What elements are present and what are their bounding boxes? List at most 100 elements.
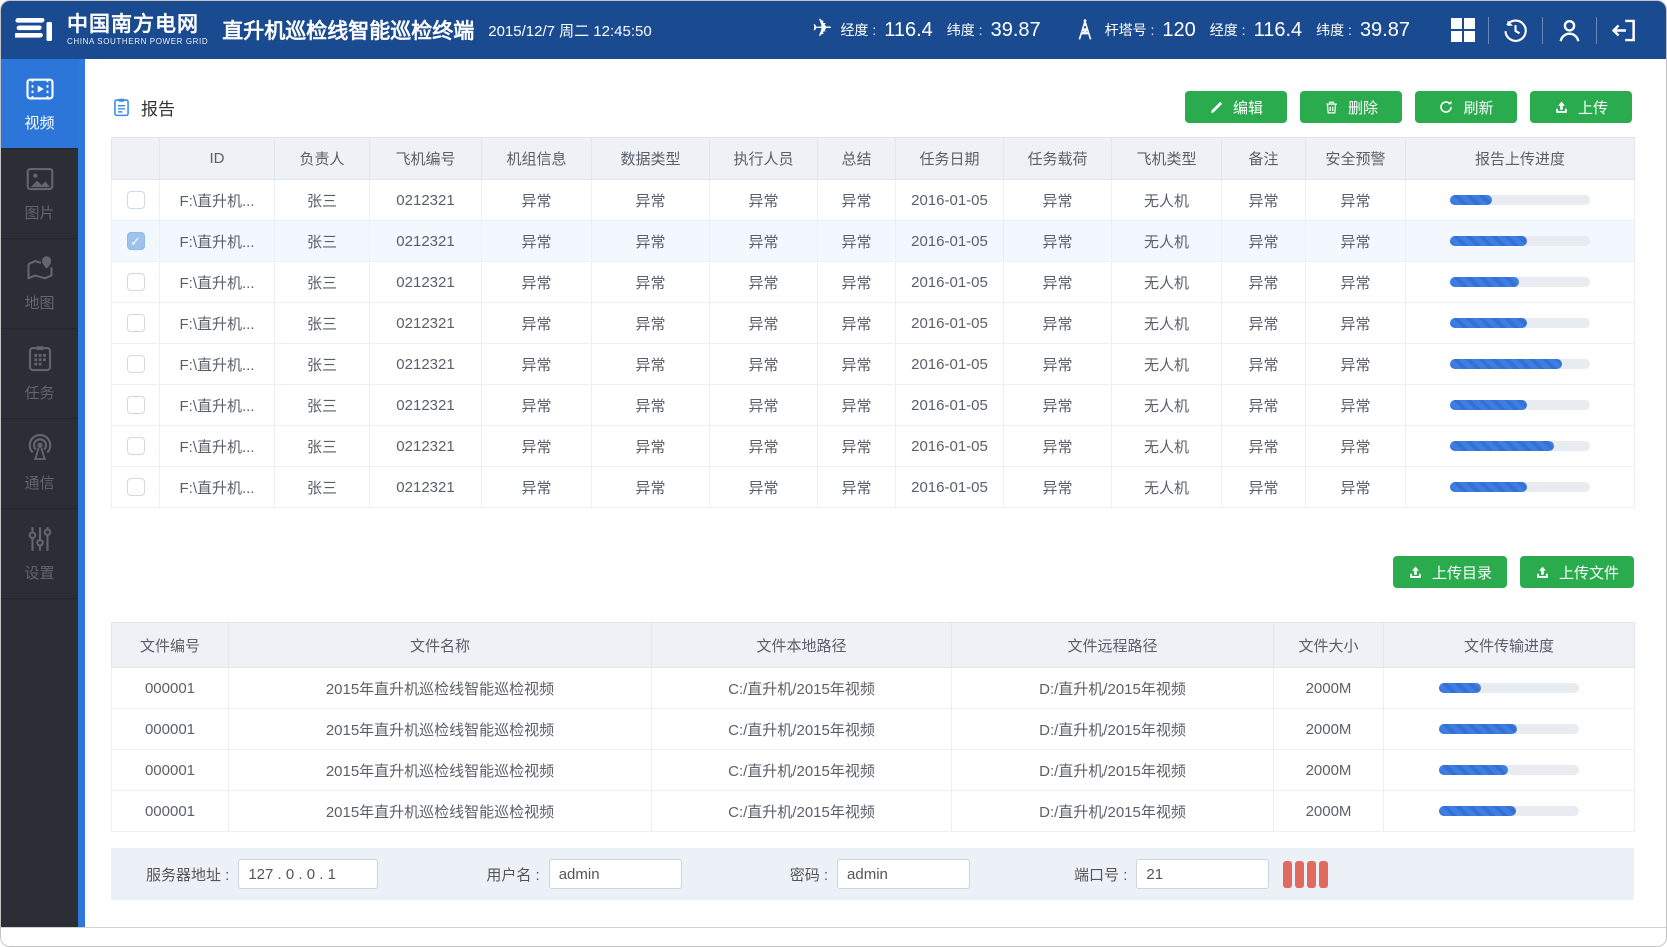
file-row: 0000012015年直升机巡检线智能巡检视频C:/直升机/2015年视频D:/… — [112, 791, 1635, 832]
report-cell: 2016-01-05 — [896, 221, 1004, 262]
refresh-button[interactable]: 刷新 — [1415, 91, 1517, 123]
files-table: 文件编号 文件名称 文件本地路径 文件远程路径 文件大小 文件传输进度 0000… — [111, 622, 1635, 832]
report-cell: 0212321 — [370, 426, 482, 467]
file-cell: D:/直升机/2015年视频 — [952, 750, 1274, 791]
port-input[interactable] — [1136, 859, 1269, 889]
sidebar-item-label: 图片 — [24, 202, 54, 223]
report-cell: 2016-01-05 — [896, 467, 1004, 508]
report-cell: 异常 — [1222, 344, 1306, 385]
file-cell: C:/直升机/2015年视频 — [652, 709, 952, 750]
report-cell: F:\直升机... — [160, 262, 275, 303]
upload-button[interactable]: 上传 — [1530, 91, 1632, 123]
tower-lat-value: 39.87 — [1360, 19, 1410, 42]
row-checkbox[interactable] — [127, 191, 145, 209]
user-icon[interactable] — [1542, 17, 1596, 44]
report-cell: F:\直升机... — [160, 303, 275, 344]
report-cell: 2016-01-05 — [896, 426, 1004, 467]
report-cell: 张三 — [275, 303, 370, 344]
windows-start-icon[interactable] — [1438, 18, 1488, 42]
row-checkbox[interactable] — [127, 437, 145, 455]
airplane-icon: ✈ — [812, 17, 832, 41]
sidebar-item-settings[interactable]: 设置 — [1, 509, 78, 599]
report-cell: 异常 — [710, 180, 818, 221]
report-cell: 异常 — [482, 262, 592, 303]
report-cell: 异常 — [1306, 467, 1406, 508]
report-progress-bar — [1450, 400, 1590, 410]
file-cell: 2000M — [1274, 668, 1384, 709]
report-cell: 异常 — [1004, 221, 1112, 262]
report-cell: 张三 — [275, 221, 370, 262]
report-header-row: ID 负责人 飞机编号 机组信息 数据类型 执行人员 总结 任务日期 任务载荷 … — [112, 138, 1635, 180]
sidebar-accent-strip — [78, 59, 85, 927]
report-cell: 0212321 — [370, 303, 482, 344]
report-row: F:\直升机...张三0212321异常异常异常异常2016-01-05异常无人… — [112, 426, 1635, 467]
report-cell: 异常 — [818, 344, 896, 385]
edit-button[interactable]: 编辑 — [1185, 91, 1287, 123]
sidebar-item-comms[interactable]: 通信 — [1, 419, 78, 509]
tower-lon-value: 116.4 — [1254, 19, 1303, 42]
report-cell: 张三 — [275, 262, 370, 303]
pencil-icon — [1209, 100, 1224, 115]
sidebar: 视频 图片 地图 — [1, 59, 78, 927]
file-cell: 000001 — [112, 668, 229, 709]
upload-file-button[interactable]: 上传文件 — [1520, 556, 1634, 588]
sidebar-item-pictures[interactable]: 图片 — [1, 149, 78, 239]
antenna-icon — [25, 434, 55, 464]
row-checkbox[interactable] — [127, 314, 145, 332]
row-checkbox[interactable] — [127, 396, 145, 414]
report-cell: 异常 — [818, 262, 896, 303]
sidebar-item-map[interactable]: 地图 — [1, 239, 78, 329]
upload-icon — [1535, 565, 1550, 580]
report-cell: 异常 — [710, 426, 818, 467]
file-progress-bar — [1439, 724, 1579, 734]
report-row: F:\直升机...张三0212321异常异常异常异常2016-01-05异常无人… — [112, 467, 1635, 508]
report-cell: 异常 — [482, 467, 592, 508]
report-cell: 异常 — [1306, 221, 1406, 262]
report-cell: 2016-01-05 — [896, 344, 1004, 385]
file-cell: 000001 — [112, 709, 229, 750]
file-progress-bar — [1439, 765, 1579, 775]
file-cell: 000001 — [112, 750, 229, 791]
file-cell: 2000M — [1274, 709, 1384, 750]
report-cell: 异常 — [1306, 303, 1406, 344]
report-cell: 无人机 — [1112, 385, 1222, 426]
report-cell: F:\直升机... — [160, 221, 275, 262]
report-cell: 无人机 — [1112, 262, 1222, 303]
password-input[interactable] — [837, 859, 970, 889]
row-checkbox[interactable] — [127, 273, 145, 291]
row-checkbox[interactable] — [127, 478, 145, 496]
report-cell: 异常 — [710, 221, 818, 262]
file-progress-bar — [1439, 683, 1579, 693]
history-icon[interactable] — [1488, 17, 1542, 44]
report-cell: 异常 — [482, 303, 592, 344]
row-checkbox[interactable]: ✓ — [127, 232, 145, 250]
delete-button[interactable]: 删除 — [1300, 91, 1402, 123]
report-cell: 无人机 — [1112, 303, 1222, 344]
report-cell: 异常 — [1306, 180, 1406, 221]
report-cell: 异常 — [818, 426, 896, 467]
report-cell: 异常 — [592, 303, 710, 344]
report-cell: 2016-01-05 — [896, 385, 1004, 426]
sidebar-item-video[interactable]: 视频 — [1, 59, 78, 149]
password-label: 密码 : — [790, 864, 828, 885]
sidebar-item-tasks[interactable]: 任务 — [1, 329, 78, 419]
file-cell: 2015年直升机巡检线智能巡检视频 — [229, 791, 652, 832]
username-input[interactable] — [549, 859, 682, 889]
signal-bar — [1295, 861, 1304, 888]
row-checkbox[interactable] — [127, 355, 145, 373]
report-row: ✓F:\直升机...张三0212321异常异常异常异常2016-01-05异常无… — [112, 221, 1635, 262]
trash-icon — [1324, 100, 1339, 115]
brand: 中国南方电网 CHINA SOUTHERN POWER GRID — [15, 14, 208, 45]
header-icon-group — [1438, 17, 1650, 44]
signal-bar — [1319, 861, 1328, 888]
file-cell: 2015年直升机巡检线智能巡检视频 — [229, 709, 652, 750]
report-cell: 异常 — [710, 262, 818, 303]
app-window: 中国南方电网 CHINA SOUTHERN POWER GRID 直升机巡检线智… — [0, 0, 1667, 947]
report-cell: 异常 — [818, 303, 896, 344]
upload-directory-button[interactable]: 上传目录 — [1393, 556, 1507, 588]
sidebar-item-label: 通信 — [24, 472, 54, 493]
server-address-input[interactable] — [238, 859, 378, 889]
picture-icon — [25, 164, 55, 194]
report-cell: 无人机 — [1112, 467, 1222, 508]
logout-icon[interactable] — [1596, 17, 1650, 44]
